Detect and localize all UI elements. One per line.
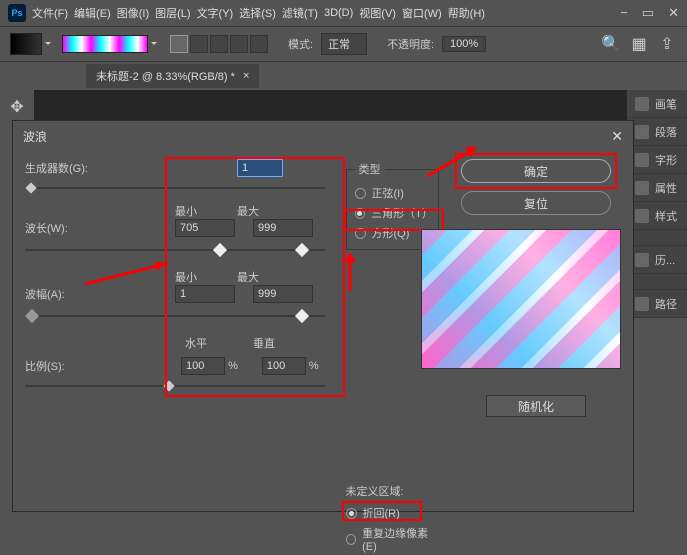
gradient-preview[interactable] [62, 35, 148, 53]
doc-tab[interactable]: 未标题-2 @ 8.33%(RGB/8) * × [86, 64, 259, 88]
type-legend: 类型 [355, 161, 385, 177]
options-toolbar: 模式: 正常 不透明度: 🔍 ▦ ⇪ [0, 26, 687, 62]
max-label-1: 最大 [237, 203, 259, 219]
styles-icon [635, 209, 649, 223]
min-label-1: 最小 [175, 203, 197, 219]
menu-view[interactable]: 视图(V) [359, 5, 396, 21]
horiz-label: 水平 [185, 335, 207, 351]
history-icon [635, 253, 649, 267]
type-triangle[interactable]: 三角形（T） [355, 203, 430, 223]
window-minimize-icon[interactable]: − [620, 5, 628, 21]
menu-image[interactable]: 图像(I) [117, 5, 149, 21]
ok-button[interactable]: 确定 [461, 159, 611, 183]
menu-filter[interactable]: 滤镜(T) [282, 5, 318, 21]
menu-select[interactable]: 选择(S) [239, 5, 276, 21]
panel-paragraph[interactable]: 段落 [627, 118, 687, 146]
search-icon[interactable]: 🔍 [601, 34, 621, 54]
gradient-reflected-icon[interactable] [230, 35, 248, 53]
menu-3d[interactable]: 3D(D) [324, 7, 353, 19]
menu-layer[interactable]: 图层(L) [155, 5, 190, 21]
generators-slider[interactable] [25, 181, 325, 195]
dialog-title: 波浪 [23, 128, 47, 145]
dialog-close-icon[interactable]: ✕ [611, 128, 623, 145]
move-tool-icon[interactable]: ✥ [6, 96, 28, 118]
dialog-left-column: 生成器数(G): 最小 最大 波长(W): [25, 159, 334, 503]
undef-wrap[interactable]: 折回(R) [346, 503, 439, 523]
wave-preview [421, 229, 621, 369]
wave-dialog: 波浪 ✕ 生成器数(G): 最小 最大 波长(W): [12, 120, 634, 512]
mode-select[interactable]: 正常 [321, 33, 367, 55]
scale-label: 比例(S): [25, 358, 105, 374]
opacity-label: 不透明度: [387, 36, 434, 52]
amplitude-min-input[interactable] [175, 285, 235, 303]
undef-repeat[interactable]: 重复边缘像素(E) [346, 523, 439, 555]
reset-button[interactable]: 复位 [461, 191, 611, 215]
gradient-linear-icon[interactable] [170, 35, 188, 53]
panel-glyphs[interactable]: 字形 [627, 146, 687, 174]
panel-properties[interactable]: 属性 [627, 174, 687, 202]
mode-label: 模式: [288, 36, 313, 52]
left-toolbox: ✥ [0, 90, 34, 124]
doc-tab-close-icon[interactable]: × [243, 70, 249, 82]
window-restore-icon[interactable]: ▭ [642, 5, 654, 21]
scale-v-input[interactable] [262, 357, 306, 375]
doc-tab-bar: 未标题-2 @ 8.33%(RGB/8) * × [0, 62, 687, 90]
opacity-input[interactable] [442, 36, 486, 52]
menubar: Ps 文件(F) 编辑(E) 图像(I) 图层(L) 文字(Y) 选择(S) 滤… [0, 0, 687, 26]
foreground-swatch[interactable] [10, 33, 42, 55]
panel-sep [627, 230, 687, 246]
wavelength-label: 波长(W): [25, 220, 105, 236]
amplitude-label: 波幅(A): [25, 286, 105, 302]
max-label-2: 最大 [237, 269, 259, 285]
ps-logo: Ps [8, 4, 26, 22]
right-panel-dock: 画笔 段落 字形 属性 样式 历... 路径 [627, 90, 687, 318]
panel-history[interactable]: 历... [627, 246, 687, 274]
scale-h-input[interactable] [181, 357, 225, 375]
generators-label: 生成器数(G): [25, 160, 105, 176]
workspace-icon[interactable]: ▦ [629, 34, 649, 54]
amplitude-max-input[interactable] [253, 285, 313, 303]
gradient-angle-icon[interactable] [210, 35, 228, 53]
undef-legend: 未定义区域: [346, 483, 439, 499]
gradient-diamond-icon[interactable] [250, 35, 268, 53]
scale-slider[interactable] [25, 379, 325, 393]
panel-sep2 [627, 274, 687, 290]
menu-file[interactable]: 文件(F) [32, 5, 68, 21]
dialog-right-column: 确定 复位 随机化 [451, 159, 621, 503]
type-square[interactable]: 方形(Q) [355, 223, 430, 243]
paragraph-icon [635, 125, 649, 139]
gradient-type-group [170, 35, 268, 53]
min-label-2: 最小 [175, 269, 197, 285]
type-sine[interactable]: 正弦(I) [355, 183, 430, 203]
brush-icon [635, 97, 649, 111]
menu-edit[interactable]: 编辑(E) [74, 5, 111, 21]
panel-styles[interactable]: 样式 [627, 202, 687, 230]
share-icon[interactable]: ⇪ [657, 34, 677, 54]
randomize-button[interactable]: 随机化 [486, 395, 586, 417]
doc-tab-title: 未标题-2 @ 8.33%(RGB/8) * [96, 68, 235, 84]
paths-icon [635, 297, 649, 311]
amplitude-slider[interactable] [25, 307, 325, 325]
menu-help[interactable]: 帮助(H) [448, 5, 485, 21]
wavelength-max-input[interactable] [253, 219, 313, 237]
window-close-icon[interactable]: ✕ [668, 5, 679, 21]
canvas[interactable] [34, 90, 627, 120]
wavelength-slider[interactable] [25, 241, 325, 259]
vert-label: 垂直 [253, 335, 275, 351]
glyph-icon [635, 153, 649, 167]
panel-paths[interactable]: 路径 [627, 290, 687, 318]
menu-type[interactable]: 文字(Y) [197, 5, 234, 21]
wavelength-min-input[interactable] [175, 219, 235, 237]
gradient-radial-icon[interactable] [190, 35, 208, 53]
panel-brushes[interactable]: 画笔 [627, 90, 687, 118]
menu-window[interactable]: 窗口(W) [402, 5, 442, 21]
properties-icon [635, 181, 649, 195]
generators-input[interactable] [237, 159, 283, 177]
